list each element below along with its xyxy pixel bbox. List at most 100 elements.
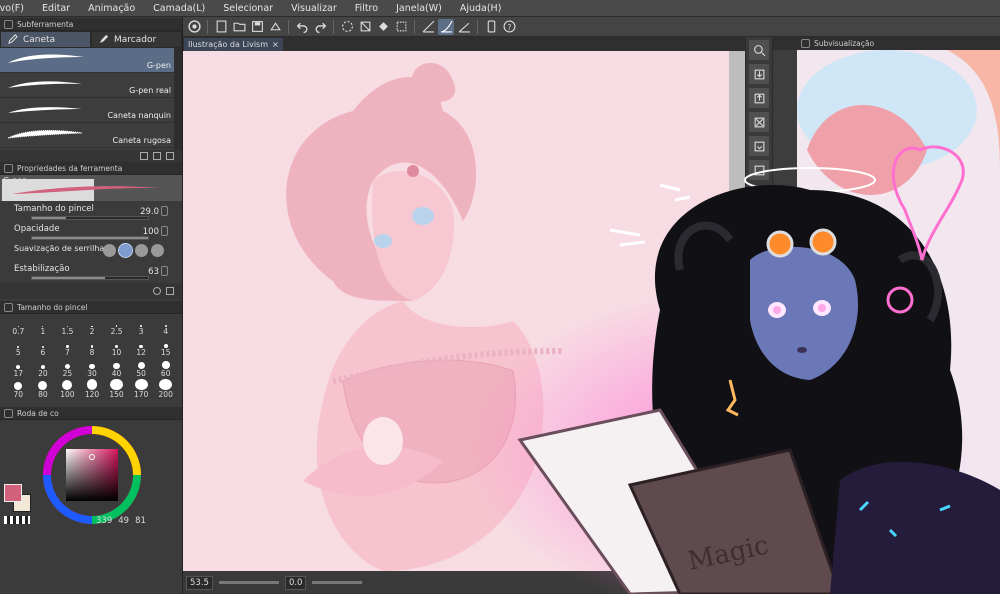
- menu-layer[interactable]: Camada(L): [144, 3, 214, 14]
- tab-marker[interactable]: Marcador: [91, 31, 182, 48]
- menu-help[interactable]: Ajuda(H): [451, 3, 511, 14]
- import-icon[interactable]: [749, 64, 769, 84]
- panel-menu-icon[interactable]: [4, 408, 13, 418]
- brush-size-preset[interactable]: 15: [153, 337, 178, 357]
- brush-size-preset[interactable]: 8: [80, 337, 105, 357]
- color-wheel-header[interactable]: Roda de co: [0, 407, 182, 420]
- snap-grid-icon[interactable]: [456, 19, 472, 35]
- save-icon[interactable]: [249, 19, 265, 35]
- tab-pen[interactable]: Caneta: [0, 31, 91, 48]
- app-logo-icon[interactable]: [186, 19, 202, 35]
- panel-menu-icon[interactable]: [4, 19, 13, 29]
- brush-size-preset[interactable]: 0.7: [6, 316, 31, 336]
- redo-icon[interactable]: [312, 19, 328, 35]
- layer-down-icon[interactable]: [749, 136, 769, 156]
- color-wheel[interactable]: [40, 423, 144, 527]
- close-tab-icon[interactable]: ×: [272, 40, 279, 49]
- canvas-area[interactable]: [183, 51, 745, 571]
- document-tab[interactable]: Ilustração da Livism ×: [184, 38, 283, 51]
- brush-size-preset[interactable]: 2: [80, 316, 105, 336]
- zoom-field[interactable]: 53.5: [186, 575, 213, 590]
- brush-size-preset[interactable]: 170: [129, 379, 154, 399]
- delete-brush-icon[interactable]: [166, 152, 174, 160]
- brush-size-slider[interactable]: [31, 216, 149, 220]
- brush-size-preset[interactable]: 200: [153, 379, 178, 399]
- transparent-swatch[interactable]: [4, 516, 30, 524]
- tool-properties-header[interactable]: Propriedades da ferramenta: [0, 162, 182, 175]
- open-folder-icon[interactable]: [231, 19, 247, 35]
- brush-size-preset[interactable]: 1: [31, 316, 56, 336]
- brush-size-preset[interactable]: 40: [104, 358, 129, 378]
- help-icon[interactable]: ?: [501, 19, 517, 35]
- brush-item[interactable]: Caneta nanquin: [0, 98, 182, 123]
- brush-size-preset[interactable]: 5: [6, 337, 31, 357]
- smoothing-strong-icon[interactable]: [151, 244, 164, 257]
- menu-filter[interactable]: Filtro: [346, 3, 387, 14]
- brush-size-preset[interactable]: 50: [129, 358, 154, 378]
- undo-icon[interactable]: [294, 19, 310, 35]
- brush-size-stepper[interactable]: [161, 206, 168, 216]
- brush-size-preset[interactable]: 3: [129, 316, 154, 336]
- layer-settings-icon[interactable]: [749, 160, 769, 180]
- snap-ruler-icon[interactable]: [420, 19, 436, 35]
- rotation-field[interactable]: 0.0: [284, 575, 307, 590]
- brush-size-row[interactable]: Tamanho do pincel 29.0: [0, 203, 182, 223]
- panel-menu-icon[interactable]: [801, 39, 810, 48]
- fill-icon[interactable]: [375, 19, 391, 35]
- brush-size-preset[interactable]: 30: [80, 358, 105, 378]
- brush-size-preset[interactable]: 12: [129, 337, 154, 357]
- snap-special-ruler-icon[interactable]: [438, 18, 454, 35]
- opacity-row[interactable]: Opacidade 100: [0, 223, 182, 243]
- menu-window[interactable]: Janela(W): [387, 3, 451, 14]
- smoothing-row[interactable]: Suavização de serrilhado: [0, 243, 182, 263]
- device-icon[interactable]: [483, 19, 499, 35]
- menu-animation[interactable]: Animação: [79, 3, 144, 14]
- brush-size-preset[interactable]: 70: [6, 379, 31, 399]
- smoothing-weak-icon[interactable]: [118, 243, 133, 258]
- brush-list-scrollbar[interactable]: [174, 48, 182, 150]
- download-brush-icon[interactable]: [140, 152, 148, 160]
- brush-size-preset[interactable]: 7: [55, 337, 80, 357]
- smoothing-none-icon[interactable]: [103, 244, 116, 257]
- loading-icon[interactable]: [339, 19, 355, 35]
- reset-icon[interactable]: [153, 287, 161, 295]
- export-layer-icon[interactable]: [749, 88, 769, 108]
- brush-size-preset[interactable]: 120: [80, 379, 105, 399]
- opacity-stepper[interactable]: [161, 226, 168, 236]
- stabilization-slider[interactable]: [31, 276, 149, 280]
- zoom-slider[interactable]: [218, 581, 279, 584]
- menu-file[interactable]: ivo(F): [0, 3, 33, 14]
- brush-size-preset[interactable]: 4: [153, 316, 178, 336]
- illustration-canvas[interactable]: [183, 51, 745, 571]
- export-icon[interactable]: [267, 19, 283, 35]
- opacity-slider[interactable]: [31, 236, 149, 240]
- brush-size-panel-header[interactable]: Tamanho do pincel: [0, 301, 182, 314]
- panel-menu-icon[interactable]: [4, 163, 13, 173]
- brush-size-preset[interactable]: 1.5: [55, 316, 80, 336]
- stabilization-stepper[interactable]: [161, 266, 168, 276]
- menu-view[interactable]: Visualizar: [282, 3, 346, 14]
- brush-size-preset[interactable]: 25: [55, 358, 80, 378]
- brush-size-preset[interactable]: 60: [153, 358, 178, 378]
- wrench-icon[interactable]: [166, 287, 174, 295]
- brush-size-preset[interactable]: 17: [6, 358, 31, 378]
- navigator-header[interactable]: Subvisualização: [773, 37, 1000, 50]
- brush-size-preset[interactable]: 150: [104, 379, 129, 399]
- brush-size-preset[interactable]: 10: [104, 337, 129, 357]
- panel-menu-icon[interactable]: [4, 302, 13, 312]
- brush-item[interactable]: Caneta rugosa: [0, 123, 182, 148]
- smoothing-medium-icon[interactable]: [135, 244, 148, 257]
- search-icon[interactable]: [749, 40, 769, 60]
- brush-size-preset[interactable]: 2.5: [104, 316, 129, 336]
- brush-size-preset[interactable]: 6: [31, 337, 56, 357]
- stabilization-row[interactable]: Estabilização 63: [0, 263, 182, 283]
- brush-item[interactable]: G-pen real: [0, 73, 182, 98]
- sub-view-panel[interactable]: [797, 50, 1000, 594]
- brush-size-preset[interactable]: 20: [31, 358, 56, 378]
- menu-select[interactable]: Selecionar: [214, 3, 282, 14]
- transform-icon[interactable]: [393, 19, 409, 35]
- rotation-slider[interactable]: [312, 581, 363, 584]
- main-color-swatch[interactable]: [4, 484, 22, 502]
- subtool-panel-header[interactable]: Subferramenta: [0, 18, 182, 31]
- merge-icon[interactable]: [749, 112, 769, 132]
